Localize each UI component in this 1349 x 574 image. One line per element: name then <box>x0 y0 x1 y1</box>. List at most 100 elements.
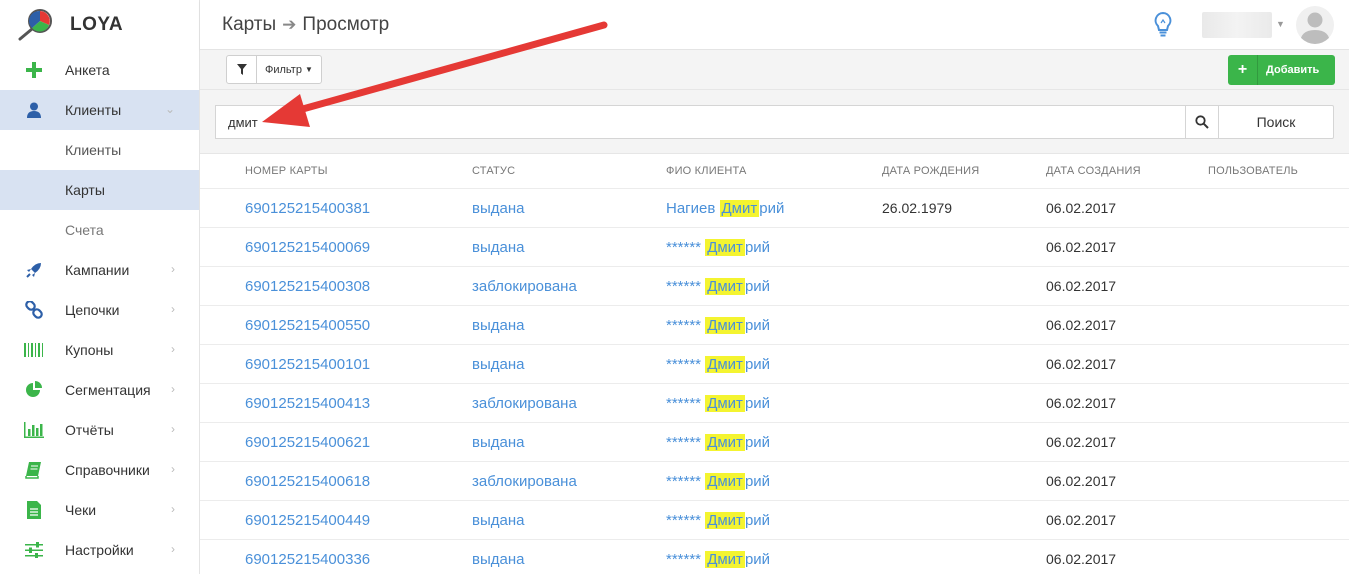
status-value: выдана <box>472 238 525 256</box>
card-number-link[interactable]: 690125215400413 <box>245 395 370 412</box>
table-row[interactable]: 690125215400069 выдана ****** Дмит рий 06.02… <box>200 228 1349 267</box>
avatar[interactable] <box>1296 6 1334 44</box>
created-date-value: 06.02.2017 <box>1046 473 1117 489</box>
user-name-blurred[interactable] <box>1202 12 1272 38</box>
brand[interactable]: LOYA <box>0 0 199 50</box>
chevron-right-icon: › <box>171 542 175 556</box>
table-row[interactable]: 690125215400449 выдана ****** Дмит рий 06.02… <box>200 501 1349 540</box>
filter-dropdown-button[interactable]: Фильтр ▼ <box>257 56 321 83</box>
col-user[interactable]: ПОЛЬЗОВАТЕЛЬ <box>1208 165 1298 177</box>
search-icon <box>1195 115 1209 129</box>
sidebar-item-settings[interactable]: Настройки › <box>0 530 199 570</box>
lightbulb-icon[interactable] <box>1154 11 1172 43</box>
cards-table: НОМЕР КАРТЫ СТАТУС ФИО КЛИЕНТА ДАТА РОЖД… <box>200 154 1349 574</box>
table-row[interactable]: 690125215400618 заблокирована ****** Дмит р… <box>200 462 1349 501</box>
table-row[interactable]: 690125215400308 заблокирована ****** Дмит р… <box>200 267 1349 306</box>
client-name-link[interactable]: ****** Дмит рий <box>666 316 770 334</box>
birth-date-value: 26.02.1979 <box>882 200 953 216</box>
card-number-link[interactable]: 690125215400101 <box>245 356 370 373</box>
client-name-prefix: ****** <box>666 238 702 256</box>
client-name-link[interactable]: ****** Дмит рий <box>666 355 771 373</box>
card-number-link[interactable]: 690125215400308 <box>245 278 370 295</box>
search-button[interactable]: Поиск <box>1218 105 1334 139</box>
card-number-link[interactable]: 690125215400618 <box>245 473 370 490</box>
col-birth-date[interactable]: ДАТА РОЖДЕНИЯ <box>882 165 979 177</box>
add-button[interactable]: + Добавить <box>1228 55 1335 85</box>
sidebar-item-chains[interactable]: Цепочки › <box>0 290 199 330</box>
sliders-icon <box>24 540 44 560</box>
search-input[interactable] <box>215 105 1185 139</box>
sidebar-item-label: Настройки <box>65 542 134 558</box>
sidebar-item-coupons[interactable]: Купоны › <box>0 330 199 370</box>
table-row[interactable]: 690125215400336 выдана ****** Дмит рий 06.02… <box>200 540 1349 574</box>
sidebar-item-label: Сегментация <box>65 382 151 398</box>
card-number-link[interactable]: 690125215400449 <box>245 512 370 529</box>
sidebar-item-clients[interactable]: Клиенты ⌄ <box>0 90 199 130</box>
col-card-number[interactable]: НОМЕР КАРТЫ <box>245 165 328 177</box>
sidebar-subitem-accounts[interactable]: Счета <box>0 210 199 250</box>
search-highlight: Дмит <box>705 316 745 334</box>
col-client-name[interactable]: ФИО КЛИЕНТА <box>666 165 747 177</box>
table-row[interactable]: 690125215400621 выдана ****** Дмит рий 06.02… <box>200 423 1349 462</box>
chevron-right-icon: › <box>171 422 175 436</box>
card-number-link[interactable]: 690125215400550 <box>245 317 370 334</box>
client-name-link[interactable]: ****** Дмит рий <box>666 511 770 529</box>
status-value: заблокирована <box>472 394 577 412</box>
card-number-link[interactable]: 690125215400336 <box>245 551 370 568</box>
card-number-link[interactable]: 690125215400381 <box>245 200 370 217</box>
col-status[interactable]: СТАТУС <box>472 165 515 177</box>
status-value: выдана <box>472 199 525 217</box>
card-number-link[interactable]: 690125215400621 <box>245 434 370 451</box>
plus-icon <box>24 60 44 80</box>
client-name-prefix: ****** <box>666 472 702 490</box>
sidebar-item-directories[interactable]: Справочники › <box>0 450 199 490</box>
status-value: выдана <box>472 355 525 373</box>
table-row[interactable]: 690125215400413 заблокирована ****** Дмит р… <box>200 384 1349 423</box>
client-name-link[interactable]: ****** Дмит рий <box>666 472 770 490</box>
client-name-link[interactable]: Нагиев Дмит рий <box>666 199 785 217</box>
sidebar-item-reports[interactable]: Отчёты › <box>0 410 199 450</box>
search-highlight: Дмит <box>705 238 745 256</box>
sidebar-item-campaigns[interactable]: Кампании › <box>0 250 199 290</box>
caret-down-icon[interactable]: ▼ <box>1276 19 1285 29</box>
sidebar-item-segmentation[interactable]: Сегментация › <box>0 370 199 410</box>
client-name-link[interactable]: ****** Дмит рий <box>666 550 770 568</box>
sidebar-subitem-cards[interactable]: Карты <box>0 170 199 210</box>
table-row[interactable]: 690125215400381 выдана Нагиев Дмит рий 26.02… <box>200 189 1349 228</box>
search-icon-button[interactable] <box>1185 105 1219 139</box>
chevron-right-icon: › <box>171 382 175 396</box>
chevron-right-icon: › <box>171 262 175 276</box>
client-name-link[interactable]: ****** Дмит рий <box>666 277 771 295</box>
sidebar-item-label: Клиенты <box>65 102 122 118</box>
search-highlight: Дмит <box>705 394 745 412</box>
client-name-link[interactable]: ****** Дмит рий <box>666 433 770 451</box>
sidebar-subitem-clients[interactable]: Клиенты <box>0 130 199 170</box>
card-number-link[interactable]: 690125215400069 <box>245 239 370 256</box>
client-name-rest: рий <box>744 277 771 295</box>
breadcrumb-cards[interactable]: Карты <box>222 14 276 36</box>
chain-icon <box>24 300 44 320</box>
created-date-value: 06.02.2017 <box>1046 356 1117 372</box>
book-icon <box>24 460 44 480</box>
chevron-right-icon: › <box>171 302 175 316</box>
client-name-link[interactable]: ****** Дмит рий <box>666 394 770 412</box>
sidebar-item-label: Цепочки <box>65 302 120 318</box>
client-name-link[interactable]: ****** Дмит рий <box>666 238 770 256</box>
sidebar-item-label: Справочники <box>65 462 150 478</box>
filter-icon-button[interactable] <box>227 56 257 83</box>
col-created-date[interactable]: ДАТА СОЗДАНИЯ <box>1046 165 1141 177</box>
table-header: НОМЕР КАРТЫ СТАТУС ФИО КЛИЕНТА ДАТА РОЖД… <box>200 154 1349 189</box>
client-name-prefix: ****** <box>666 433 702 451</box>
table-row[interactable]: 690125215400550 выдана ****** Дмит рий 06.02… <box>200 306 1349 345</box>
sidebar-item-anketa[interactable]: Анкета <box>0 50 199 90</box>
sidebar-item-label: Купоны <box>65 342 114 358</box>
table-body: 690125215400381 выдана Нагиев Дмит рий 26.02… <box>200 189 1349 574</box>
sidebar-item-receipts[interactable]: Чеки › <box>0 490 199 530</box>
bar-chart-icon <box>24 420 44 440</box>
client-name-prefix: ****** <box>666 277 702 295</box>
client-name-rest: рий <box>744 355 771 373</box>
client-name-prefix: ****** <box>666 316 702 334</box>
client-name-rest: рий <box>759 199 785 217</box>
arrow-right-icon: ➔ <box>282 15 297 34</box>
table-row[interactable]: 690125215400101 выдана ****** Дмит рий 06.02… <box>200 345 1349 384</box>
